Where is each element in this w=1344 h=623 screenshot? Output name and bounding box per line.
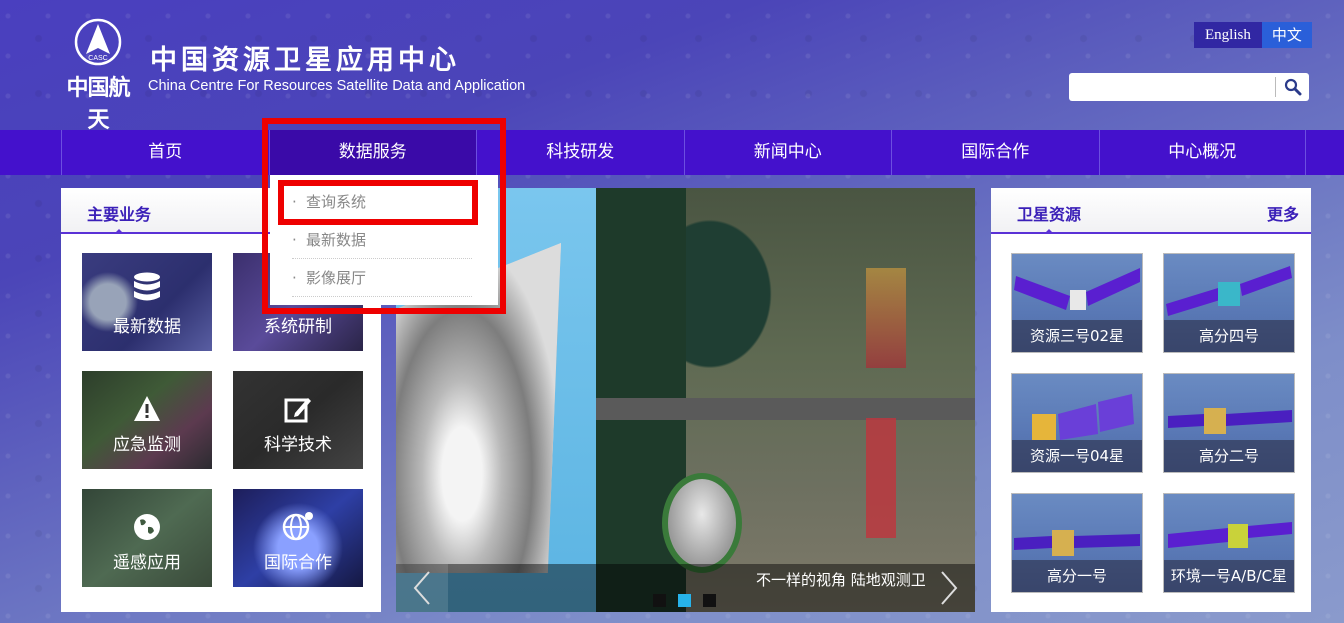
bullet: · — [292, 231, 297, 249]
satellite-label: 资源一号04星 — [1012, 440, 1142, 472]
nav-item-data-services[interactable]: 数据服务 — [268, 130, 476, 175]
satellite-card-hj1-abc[interactable]: 环境一号A/B/C星 — [1163, 493, 1295, 593]
slide-caption: 不一样的视角 陆地观测卫 — [756, 571, 926, 589]
satellite-label: 高分二号 — [1164, 440, 1294, 472]
palace-roof — [866, 268, 906, 368]
tile-label: 国际合作 — [264, 553, 332, 573]
site-subtitle: China Centre For Resources Satellite Dat… — [148, 78, 526, 94]
satellite-card-gf1[interactable]: 高分一号 — [1011, 493, 1143, 593]
slider-dot-1[interactable] — [653, 594, 666, 607]
site-header: CASC 中国航天 中国资源卫星应用中心 China Centre For Re… — [0, 0, 1344, 133]
square-strip — [866, 418, 896, 538]
search-icon — [1284, 78, 1301, 96]
chevron-left-icon — [413, 571, 430, 605]
network-globe-icon — [282, 512, 313, 541]
main-nav: 首页 数据服务 科技研发 新闻中心 国际合作 中心概况 — [0, 130, 1344, 175]
more-link[interactable]: 更多 — [1267, 201, 1299, 225]
dropdown-item-label: 影像展厅 — [306, 269, 367, 287]
bullet: · — [292, 269, 297, 287]
tile-international-cooperation[interactable]: 国际合作 — [233, 489, 363, 587]
panel-title: 卫星资源 — [1017, 205, 1082, 224]
search-button[interactable] — [1276, 73, 1309, 101]
slider-prev-button[interactable] — [396, 564, 448, 612]
satellite-card-zy3-02[interactable]: 资源三号02星 — [1011, 253, 1143, 353]
language-switch: English 中文 — [1194, 22, 1312, 48]
brand-cn: 中国航天 — [66, 76, 130, 133]
dropdown-item-label: 查询系统 — [306, 193, 367, 211]
slider-next-button[interactable] — [923, 564, 975, 612]
satellite-icon — [1168, 522, 1292, 548]
nav-item-home[interactable]: 首页 — [61, 130, 269, 175]
tile-emergency-monitoring[interactable]: 应急监测 — [82, 371, 212, 469]
satellite-card-zy1-04[interactable]: 资源一号04星 — [1011, 373, 1143, 473]
tile-label: 科学技术 — [264, 435, 332, 455]
dropdown-item-label: 最新数据 — [306, 231, 367, 249]
tile-latest-data[interactable]: 最新数据 — [82, 253, 212, 351]
edit-icon — [284, 398, 311, 423]
emblem-text: CASC — [88, 55, 107, 62]
lang-english-button[interactable]: English — [1194, 22, 1262, 48]
database-icon — [134, 272, 160, 301]
tile-science-technology[interactable]: 科学技术 — [233, 371, 363, 469]
nav-item-about[interactable]: 中心概况 — [1098, 130, 1306, 175]
panel-title: 主要业务 — [87, 205, 152, 224]
nav-item-news[interactable]: 新闻中心 — [683, 130, 892, 175]
dome-building — [662, 473, 742, 573]
tile-label: 遥感应用 — [113, 553, 181, 573]
slide-image-city — [596, 188, 975, 612]
satellite-label: 资源三号02星 — [1012, 320, 1142, 352]
satellite-icon — [1014, 530, 1140, 556]
tile-remote-sensing-application[interactable]: 遥感应用 — [82, 489, 212, 587]
satellite-resources-panel: 卫星资源 更多 资源三号02星 高分四号 资源一号04星 高分二号 高分一号 环… — [991, 188, 1311, 612]
tile-label: 应急监测 — [113, 435, 181, 455]
search-box — [1069, 73, 1309, 101]
panel-header: 卫星资源 更多 — [991, 188, 1311, 234]
satellite-icon — [1014, 268, 1140, 310]
dropdown-item-query-system[interactable]: · 查询系统 — [292, 183, 472, 221]
bullet: · — [292, 193, 297, 211]
tile-label: 最新数据 — [113, 317, 181, 337]
chevron-right-icon — [941, 571, 958, 605]
satellite-icon — [1168, 408, 1292, 434]
satellite-label: 高分四号 — [1164, 320, 1294, 352]
satellite-label: 环境一号A/B/C星 — [1164, 560, 1294, 592]
satellite-icon — [1032, 394, 1134, 440]
site-title: 中国资源卫星应用中心 — [150, 45, 460, 76]
title-marker — [1044, 229, 1054, 234]
satellite-card-gf2[interactable]: 高分二号 — [1163, 373, 1295, 473]
slider-dot-3[interactable] — [703, 594, 716, 607]
dropdown-item-image-gallery[interactable]: · 影像展厅 — [292, 259, 472, 297]
tile-label: 系统研制 — [264, 317, 332, 337]
satellite-label: 高分一号 — [1012, 560, 1142, 592]
slider-dots — [653, 594, 716, 607]
warning-icon — [134, 396, 160, 421]
globe-icon — [134, 514, 160, 540]
search-input[interactable] — [1069, 73, 1275, 101]
dropdown-item-latest-data[interactable]: · 最新数据 — [292, 221, 472, 259]
satellite-icon — [1166, 266, 1292, 316]
slider-dot-2[interactable] — [678, 594, 691, 607]
satellite-card-gf4[interactable]: 高分四号 — [1163, 253, 1295, 353]
lang-chinese-button[interactable]: 中文 — [1261, 22, 1312, 48]
nav-item-research[interactable]: 科技研发 — [476, 130, 684, 175]
nav-item-international[interactable]: 国际合作 — [891, 130, 1099, 175]
data-services-dropdown: · 查询系统 · 最新数据 · 影像展厅 — [270, 175, 498, 305]
title-marker — [114, 229, 124, 234]
